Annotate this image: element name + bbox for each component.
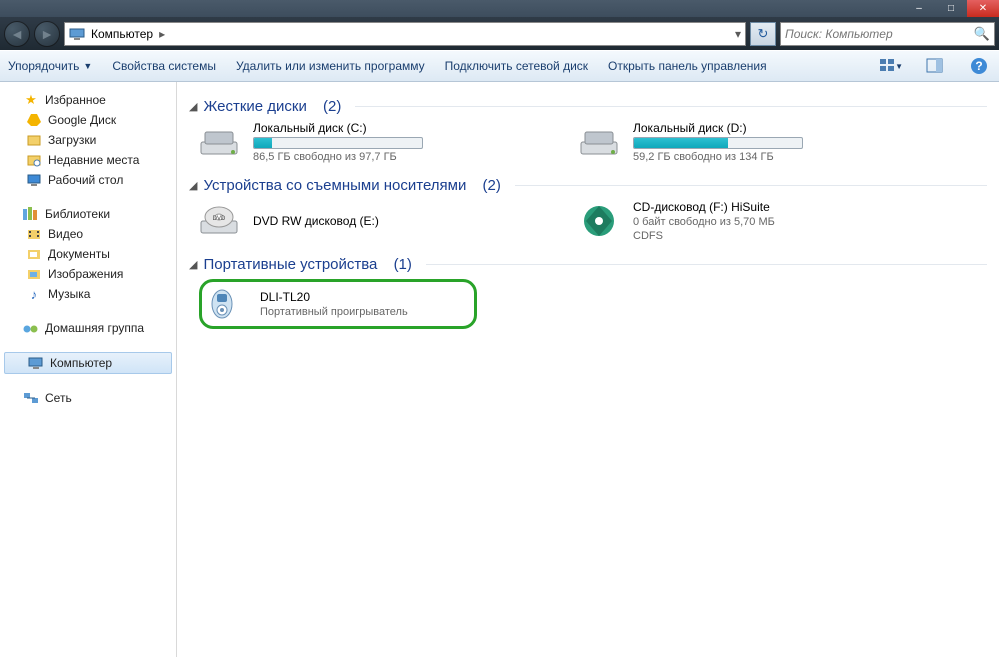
uninstall-program-button[interactable]: Удалить или изменить программу: [236, 59, 425, 73]
navigation-pane: ★ Избранное Google Диск Загрузки Недавни…: [0, 82, 177, 657]
portable-device-dli-tl20[interactable]: DLI-TL20 Портативный проигрыватель: [206, 286, 408, 322]
breadcrumb[interactable]: Компьютер ▸ ▾: [64, 22, 746, 46]
minimize-button[interactable]: –: [903, 0, 935, 17]
preview-pane-button[interactable]: [923, 54, 947, 78]
music-icon: ♪: [26, 286, 42, 302]
computer-icon: [28, 355, 44, 371]
titlebar: – □ ✕: [0, 0, 999, 17]
section-header-hdd[interactable]: ◢ Жесткие диски (2): [189, 98, 987, 115]
sidebar-item-video[interactable]: Видео: [0, 224, 176, 244]
search-input[interactable]: [785, 27, 970, 41]
cd-drive-icon: [579, 203, 623, 239]
toolbar: Упорядочить▼ Свойства системы Удалить ил…: [0, 50, 999, 82]
drive-d[interactable]: Локальный диск (D:) 59,2 ГБ свободно из …: [579, 121, 899, 163]
content-area: ◢ Жесткие диски (2) Локальный диск (C:) …: [177, 82, 999, 657]
hdd-icon: [579, 124, 623, 160]
chevron-down-icon: ▼: [83, 61, 92, 71]
sidebar-favorites-header[interactable]: ★ Избранное: [0, 90, 176, 110]
system-properties-button[interactable]: Свойства системы: [112, 59, 216, 73]
address-bar: ◄ ► Компьютер ▸ ▾ ↻ 🔍: [0, 17, 999, 50]
dvd-drive-icon: DVD: [199, 203, 243, 239]
desktop-icon: [26, 172, 42, 188]
sidebar-network[interactable]: Сеть: [0, 388, 176, 408]
sidebar-computer[interactable]: Компьютер: [4, 352, 172, 374]
nav-back-button[interactable]: ◄: [4, 21, 30, 47]
libraries-icon: [23, 206, 39, 222]
drive-label: Локальный диск (C:): [253, 121, 423, 135]
sidebar-item-google-drive[interactable]: Google Диск: [0, 110, 176, 130]
sidebar-item-downloads[interactable]: Загрузки: [0, 130, 176, 150]
sidebar-item-desktop[interactable]: Рабочий стол: [0, 170, 176, 190]
svg-text:?: ?: [975, 59, 982, 73]
collapse-icon: ◢: [189, 100, 197, 113]
portable-player-icon: [206, 286, 250, 322]
google-drive-icon: [26, 112, 42, 128]
drive-label: Локальный диск (D:): [633, 121, 803, 135]
drive-f[interactable]: CD-дисковод (F:) HiSuite 0 байт свободно…: [579, 200, 899, 242]
map-network-drive-button[interactable]: Подключить сетевой диск: [445, 59, 588, 73]
hdd-icon: [199, 124, 243, 160]
drive-e[interactable]: DVD DVD RW дисковод (E:): [199, 200, 519, 242]
search-icon[interactable]: 🔍: [974, 26, 990, 42]
sidebar-libraries-header[interactable]: Библиотеки: [0, 204, 176, 224]
svg-text:DVD: DVD: [213, 216, 226, 222]
drive-label: CD-дисковод (F:) HiSuite: [633, 200, 775, 214]
breadcrumb-dropdown-icon[interactable]: ▾: [735, 27, 741, 41]
video-icon: [26, 226, 42, 242]
section-header-removable[interactable]: ◢ Устройства со съемными носителями (2): [189, 177, 987, 194]
documents-icon: [26, 246, 42, 262]
computer-icon: [69, 26, 85, 42]
drive-free-text: 0 байт свободно из 5,70 МБ: [633, 216, 775, 228]
collapse-icon: ◢: [189, 258, 197, 271]
sidebar-item-pictures[interactable]: Изображения: [0, 264, 176, 284]
sidebar-item-documents[interactable]: Документы: [0, 244, 176, 264]
organize-menu[interactable]: Упорядочить▼: [8, 59, 92, 73]
sidebar-homegroup[interactable]: Домашняя группа: [0, 318, 176, 338]
drive-filesystem: CDFS: [633, 230, 775, 242]
maximize-button[interactable]: □: [935, 0, 967, 17]
annotation-highlight: DLI-TL20 Портативный проигрыватель: [199, 279, 477, 329]
search-box[interactable]: 🔍: [780, 22, 995, 46]
drive-free-text: 86,5 ГБ свободно из 97,7 ГБ: [253, 151, 423, 163]
view-options-button[interactable]: ▼: [879, 54, 903, 78]
sidebar-item-music[interactable]: ♪ Музыка: [0, 284, 176, 304]
network-icon: [23, 390, 39, 406]
drive-label: DVD RW дисковод (E:): [253, 214, 379, 228]
chevron-right-icon[interactable]: ▸: [159, 27, 165, 41]
device-type: Портативный проигрыватель: [260, 306, 408, 318]
homegroup-icon: [23, 320, 39, 336]
open-control-panel-button[interactable]: Открыть панель управления: [608, 59, 767, 73]
nav-forward-button[interactable]: ►: [34, 21, 60, 47]
close-button[interactable]: ✕: [967, 0, 999, 17]
drive-c[interactable]: Локальный диск (C:) 86,5 ГБ свободно из …: [199, 121, 519, 163]
refresh-button[interactable]: ↻: [750, 22, 776, 46]
drive-free-text: 59,2 ГБ свободно из 134 ГБ: [633, 151, 803, 163]
sidebar-item-recent[interactable]: Недавние места: [0, 150, 176, 170]
star-icon: ★: [23, 92, 39, 108]
breadcrumb-root[interactable]: Компьютер: [91, 27, 153, 41]
help-button[interactable]: ?: [967, 54, 991, 78]
collapse-icon: ◢: [189, 179, 197, 192]
pictures-icon: [26, 266, 42, 282]
device-label: DLI-TL20: [260, 290, 408, 304]
recent-icon: [26, 152, 42, 168]
capacity-bar: [633, 137, 803, 149]
downloads-icon: [26, 132, 42, 148]
capacity-bar: [253, 137, 423, 149]
section-header-portable[interactable]: ◢ Портативные устройства (1): [189, 256, 987, 273]
